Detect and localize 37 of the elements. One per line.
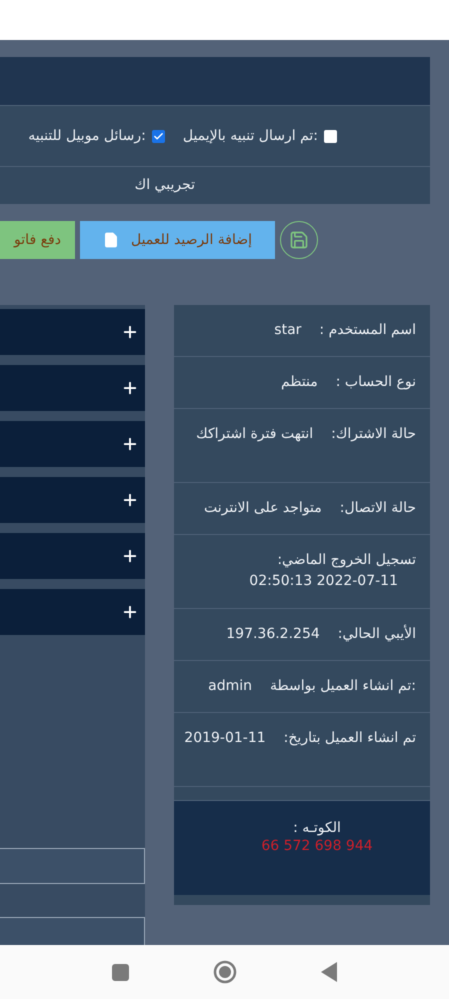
input-field[interactable] [0, 848, 145, 884]
plus-icon [121, 379, 139, 397]
checkbox[interactable] [324, 130, 337, 142]
plus-icon [121, 435, 139, 453]
save-button[interactable] [280, 221, 318, 259]
info-label: :تم انشاء العميل بواسطة [270, 678, 416, 694]
plus-icon [121, 491, 139, 509]
recent-apps-icon[interactable] [112, 964, 129, 980]
info-label: اسم المستخدم : [319, 322, 416, 338]
info-label: تم انشاء العميل بتاريخ: [284, 730, 416, 746]
account-note: تجريبي اك [134, 176, 195, 195]
add-balance-button[interactable]: إضافة الرصيد للعميل [80, 221, 275, 259]
info-label: نوع الحساب : [336, 374, 416, 390]
quota-label: الكوتـه : [293, 819, 341, 837]
info-value: admin [208, 677, 252, 696]
info-label: الأيبي الحالي: [338, 626, 416, 642]
info-value: star [274, 321, 302, 340]
info-label: حالة الاشتراك: [331, 426, 416, 442]
plus-icon [121, 547, 139, 565]
checkbox-label: :رسائل موبيل للتنبيه [28, 126, 146, 146]
info-value: انتهت فترة اشتراكك [196, 425, 314, 444]
home-icon[interactable] [213, 960, 237, 984]
document-icon [102, 232, 119, 248]
info-value: 2022-07-11 02:50:13 [249, 572, 398, 591]
info-label: حالة الاتصال: [340, 500, 416, 516]
info-label: تسجيل الخروج الماضي: [277, 552, 416, 568]
plus-icon [121, 603, 139, 621]
back-icon[interactable] [321, 962, 337, 982]
info-value: 2019-01-11 [184, 729, 266, 748]
plus-icon [121, 323, 139, 341]
checkbox-label: :تم ارسال تنبيه بالإيميل [182, 126, 318, 146]
info-value: منتظم [281, 373, 318, 392]
checkbox[interactable] [152, 130, 165, 142]
pay-invoice-button[interactable]: دفع فاتو [0, 221, 75, 259]
info-value: متواجد على الانترنت [204, 499, 322, 518]
quota-value: 66 572 698 944 [261, 837, 373, 855]
info-value: 197.36.2.254 [226, 625, 320, 644]
